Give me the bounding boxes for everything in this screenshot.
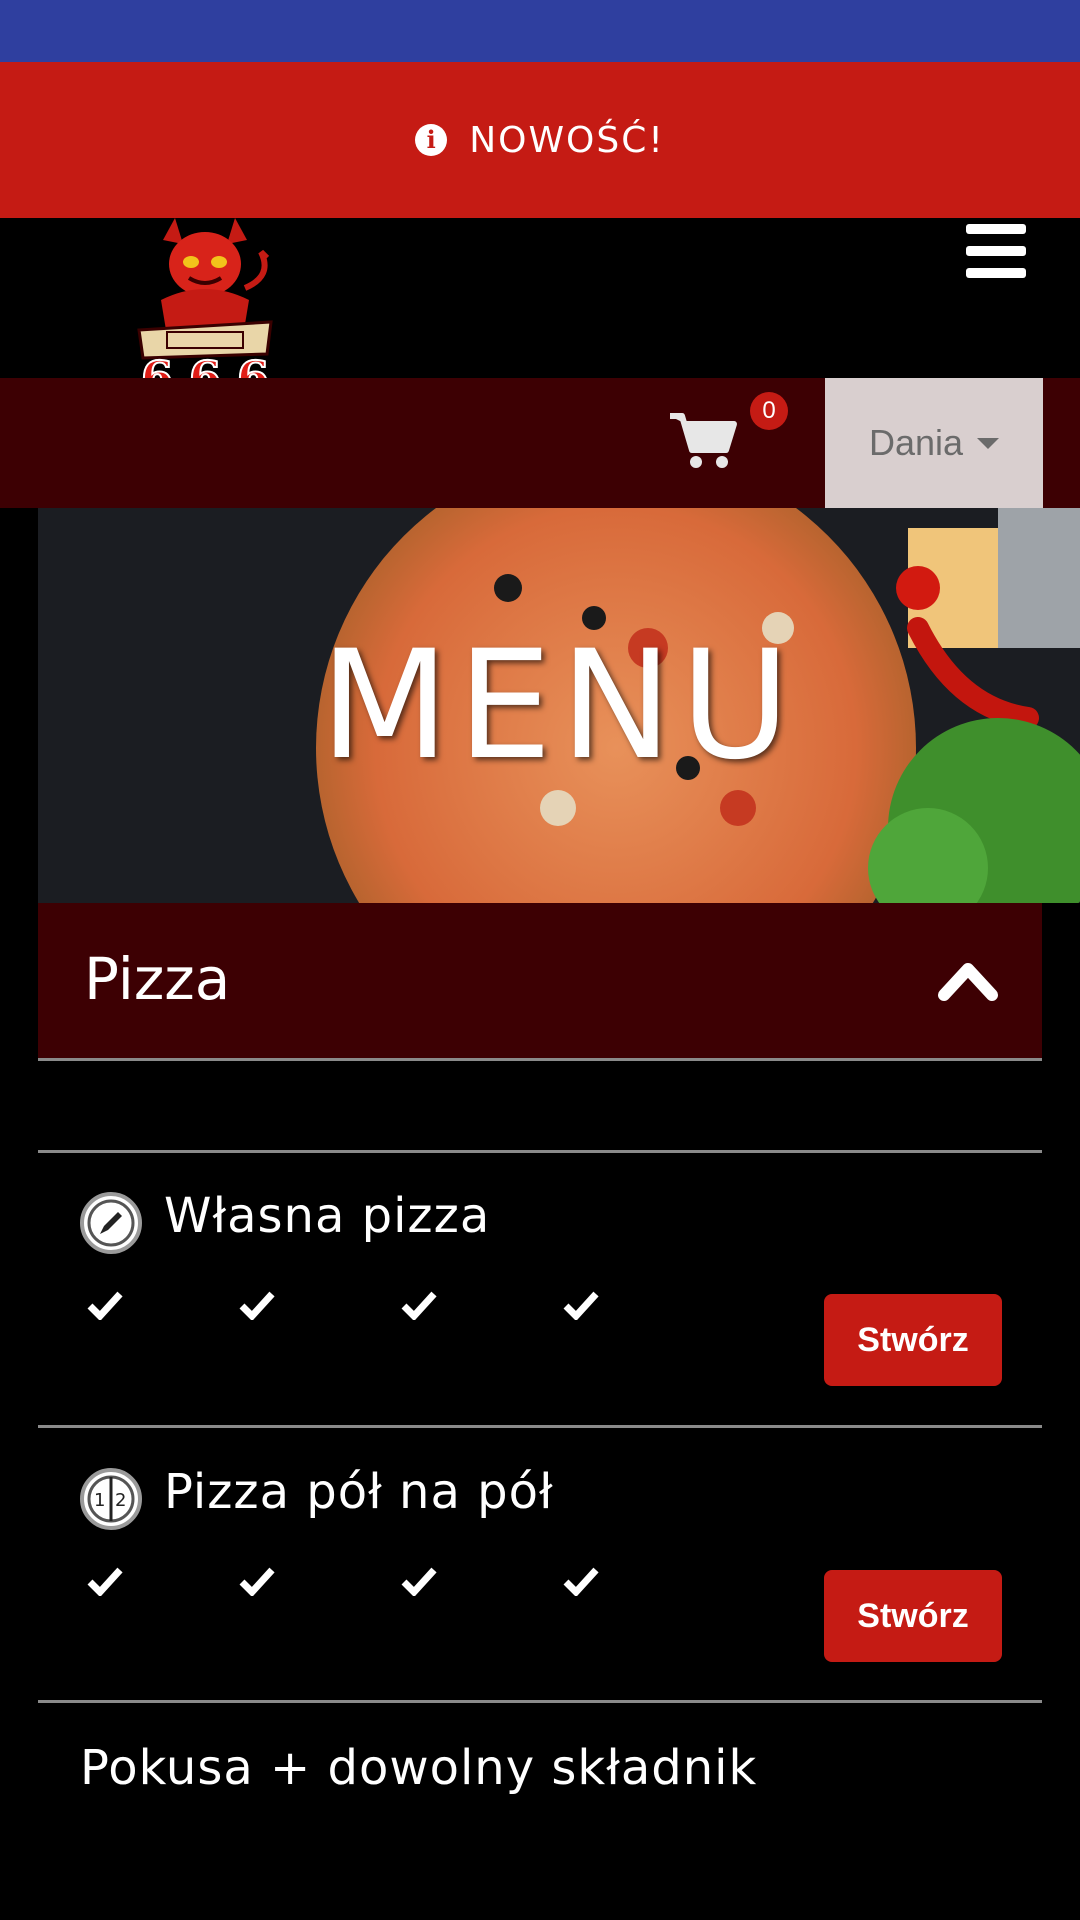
check-icon <box>239 1291 275 1320</box>
hero-title: MENU <box>319 618 799 793</box>
check-icon <box>401 1567 437 1596</box>
pencil-icon <box>80 1192 142 1254</box>
news-banner[interactable]: i NOWOŚĆ! <box>0 62 1080 218</box>
check-icon <box>239 1567 275 1596</box>
category-dropdown[interactable]: Dania <box>825 378 1043 508</box>
check-icon <box>401 1291 437 1320</box>
hero-banner: MENU <box>38 508 1080 903</box>
item-title[interactable]: Pokusa + dowolny składnik <box>80 1740 757 1796</box>
half-half-icon: 1 2 <box>80 1468 142 1530</box>
category-dropdown-label: Dania <box>868 422 964 463</box>
devil-pizzeria-logo[interactable]: 6.6.6. <box>135 218 275 396</box>
divider <box>38 1700 1042 1703</box>
svg-text:2: 2 <box>115 1490 126 1511</box>
chevron-up-icon[interactable] <box>938 955 998 1005</box>
create-pizza-button[interactable]: Stwórz <box>824 1294 1002 1386</box>
section-title: Pizza <box>84 945 231 1013</box>
check-icon <box>563 1567 599 1596</box>
check-icon <box>87 1291 123 1320</box>
cart-icon[interactable] <box>668 410 738 470</box>
svg-text:1: 1 <box>94 1490 105 1511</box>
news-label: NOWOŚĆ! <box>469 119 665 161</box>
info-circle-icon: i <box>415 124 448 156</box>
item-title[interactable]: Własna pizza <box>164 1188 490 1244</box>
check-icon <box>563 1291 599 1320</box>
divider <box>38 1425 1042 1428</box>
caret-down-icon <box>977 437 1000 449</box>
create-half-pizza-button[interactable]: Stwórz <box>824 1570 1002 1662</box>
item-title[interactable]: Pizza pół na pół <box>164 1464 554 1520</box>
hamburger-icon[interactable] <box>966 224 1026 278</box>
divider <box>38 1150 1042 1153</box>
status-bar <box>0 0 1080 62</box>
accordion-pizza-header[interactable]: Pizza <box>38 903 1042 1061</box>
cart-count-badge: 0 <box>750 392 788 430</box>
check-icon <box>87 1567 123 1596</box>
